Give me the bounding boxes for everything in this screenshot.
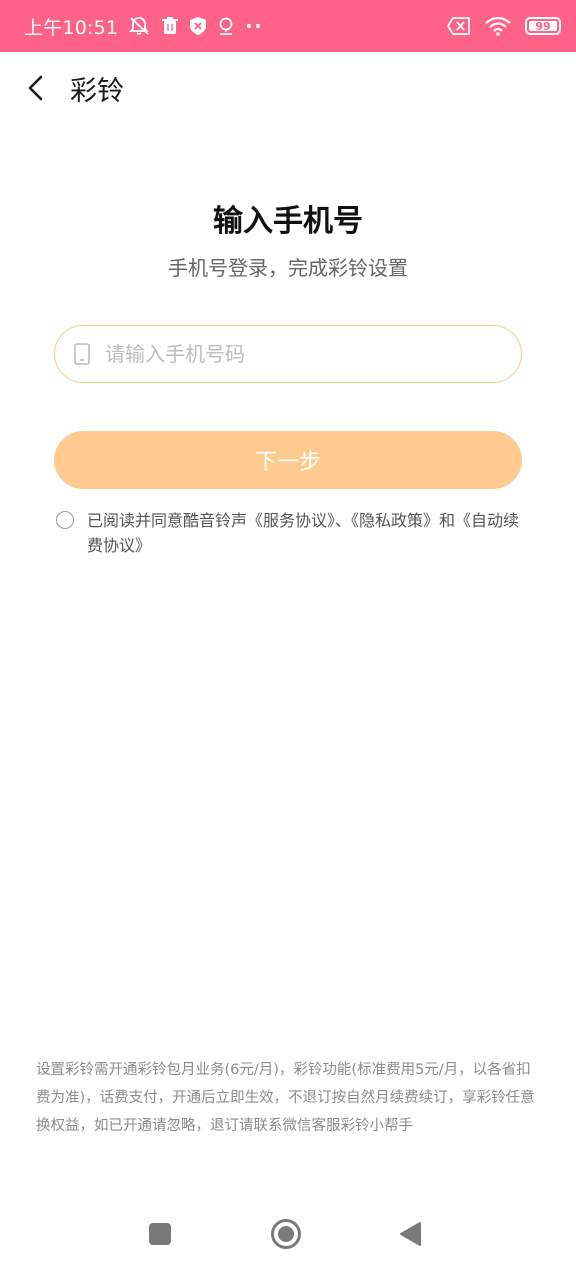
sim-off-icon xyxy=(447,17,471,35)
battery-icon: 99 xyxy=(525,17,561,35)
wifi-icon xyxy=(485,16,511,36)
status-time: 上午10:51 xyxy=(24,16,119,39)
agreement-checkbox[interactable] xyxy=(56,511,74,529)
main-subtitle: 手机号登录，完成彩铃设置 xyxy=(168,256,408,280)
chevron-left-icon xyxy=(28,75,43,101)
main-title: 输入手机号 xyxy=(213,204,363,239)
phone-input-container[interactable] xyxy=(54,325,522,383)
billing-note: 设置彩铃需开通彩铃包月业务(6元/月)，彩铃功能(标准费用5元/月，以各省扣费为… xyxy=(36,1062,535,1134)
status-bar: 上午10:51 99 xyxy=(0,0,576,52)
phone-number-input[interactable] xyxy=(105,342,485,366)
home-icon[interactable] xyxy=(270,1218,302,1250)
app-header: 彩铃 xyxy=(0,52,576,124)
location-icon xyxy=(218,17,234,35)
status-icons-right: 99 xyxy=(447,16,561,36)
back-triangle-icon[interactable] xyxy=(398,1221,424,1247)
shield-icon xyxy=(190,17,207,35)
status-icons-left xyxy=(128,16,262,36)
agreement-row: 已阅读并同意酷音铃声《服务协议》、《隐私政策》和《自动续费协议》 xyxy=(56,508,526,558)
system-nav-bar xyxy=(0,1202,576,1280)
recent-apps-icon[interactable] xyxy=(148,1222,172,1246)
mute-bell-icon xyxy=(128,16,150,36)
battery-level: 99 xyxy=(535,19,551,33)
phone-icon xyxy=(73,343,91,365)
trash-icon xyxy=(162,17,179,35)
more-dots-icon xyxy=(246,23,262,29)
back-button[interactable] xyxy=(6,52,66,124)
agreement-text[interactable]: 已阅读并同意酷音铃声《服务协议》、《隐私政策》和《自动续费协议》 xyxy=(87,508,526,558)
next-step-button[interactable]: 下一步 xyxy=(54,431,522,489)
page-title: 彩铃 xyxy=(70,75,124,107)
